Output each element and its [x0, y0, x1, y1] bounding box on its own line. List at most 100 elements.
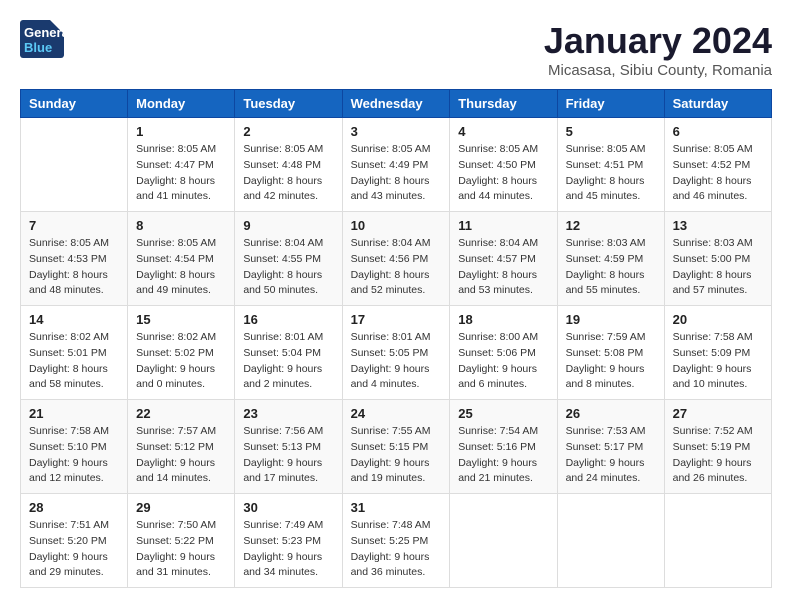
calendar-cell: 13 Sunrise: 8:03 AMSunset: 5:00 PMDayligh…: [664, 212, 771, 306]
calendar-cell: 30 Sunrise: 7:49 AMSunset: 5:23 PMDayligh…: [235, 494, 342, 588]
day-number: 29: [136, 500, 226, 515]
header-thursday: Thursday: [450, 90, 557, 118]
day-number: 5: [566, 124, 656, 139]
title-block: January 2024 Micasasa, Sibiu County, Rom…: [544, 20, 772, 79]
location-subtitle: Micasasa, Sibiu County, Romania: [544, 62, 772, 79]
day-number: 16: [243, 312, 333, 327]
calendar-cell: 5Sunrise: 8:05 AMSunset: 4:51 PMDaylight…: [557, 118, 664, 212]
day-detail: Sunrise: 7:48 AMSunset: 5:25 PMDaylight:…: [351, 518, 442, 581]
calendar-cell: 15Sunrise: 8:02 AMSunset: 5:02 PMDayligh…: [128, 306, 235, 400]
header-wednesday: Wednesday: [342, 90, 450, 118]
day-detail: Sunrise: 8:05 AMSunset: 4:49 PMDaylight:…: [351, 142, 442, 205]
calendar-cell: 25Sunrise: 7:54 AMSunset: 5:16 PMDayligh…: [450, 400, 557, 494]
logo: General Blue: [20, 20, 64, 58]
day-detail: Sunrise: 8:03 AMSunset: 5:00 PMDaylight:…: [673, 236, 763, 299]
day-number: 7: [29, 218, 119, 233]
calendar-cell: 11Sunrise: 8:04 AMSunset: 4:57 PMDayligh…: [450, 212, 557, 306]
calendar-cell: 1 Sunrise: 8:05 AMSunset: 4:47 PMDaylight…: [128, 118, 235, 212]
day-detail: Sunrise: 8:00 AMSunset: 5:06 PMDaylight:…: [458, 330, 548, 393]
day-detail: Sunrise: 8:02 AMSunset: 5:01 PMDaylight:…: [29, 330, 119, 393]
calendar-cell: 24Sunrise: 7:55 AMSunset: 5:15 PMDayligh…: [342, 400, 450, 494]
calendar-cell: [557, 494, 664, 588]
day-detail: Sunrise: 8:05 AMSunset: 4:53 PMDaylight:…: [29, 236, 119, 299]
calendar-week-2: 7 Sunrise: 8:05 AMSunset: 4:53 PMDaylight…: [21, 212, 772, 306]
day-number: 26: [566, 406, 656, 421]
calendar-week-4: 21 Sunrise: 7:58 AMSunset: 5:10 PMDayligh…: [21, 400, 772, 494]
calendar-week-3: 14Sunrise: 8:02 AMSunset: 5:01 PMDayligh…: [21, 306, 772, 400]
day-number: 10: [351, 218, 442, 233]
day-number: 23: [243, 406, 333, 421]
header-friday: Friday: [557, 90, 664, 118]
day-number: 18: [458, 312, 548, 327]
calendar-cell: 18 Sunrise: 8:00 AMSunset: 5:06 PMDayligh…: [450, 306, 557, 400]
day-number: 3: [351, 124, 442, 139]
calendar-cell: 29 Sunrise: 7:50 AMSunset: 5:22 PMDayligh…: [128, 494, 235, 588]
page-header: General Blue January 2024 Micasasa, Sibi…: [20, 20, 772, 79]
calendar-cell: 12 Sunrise: 8:03 AMSunset: 4:59 PMDayligh…: [557, 212, 664, 306]
calendar-cell: 19 Sunrise: 7:59 AMSunset: 5:08 PMDayligh…: [557, 306, 664, 400]
day-number: 15: [136, 312, 226, 327]
calendar-cell: 10 Sunrise: 8:04 AMSunset: 4:56 PMDayligh…: [342, 212, 450, 306]
day-detail: Sunrise: 8:05 AMSunset: 4:52 PMDaylight:…: [673, 142, 763, 205]
calendar-cell: 3 Sunrise: 8:05 AMSunset: 4:49 PMDaylight…: [342, 118, 450, 212]
day-detail: Sunrise: 7:58 AMSunset: 5:09 PMDaylight:…: [673, 330, 763, 393]
calendar-week-1: 1 Sunrise: 8:05 AMSunset: 4:47 PMDaylight…: [21, 118, 772, 212]
header-sunday: Sunday: [21, 90, 128, 118]
calendar-cell: 20 Sunrise: 7:58 AMSunset: 5:09 PMDayligh…: [664, 306, 771, 400]
calendar-cell: 28Sunrise: 7:51 AMSunset: 5:20 PMDayligh…: [21, 494, 128, 588]
day-detail: Sunrise: 7:59 AMSunset: 5:08 PMDaylight:…: [566, 330, 656, 393]
day-number: 31: [351, 500, 442, 515]
day-detail: Sunrise: 8:05 AMSunset: 4:54 PMDaylight:…: [136, 236, 226, 299]
day-number: 1: [136, 124, 226, 139]
day-number: 27: [673, 406, 763, 421]
day-number: 2: [243, 124, 333, 139]
calendar-cell: 7 Sunrise: 8:05 AMSunset: 4:53 PMDaylight…: [21, 212, 128, 306]
day-number: 17: [351, 312, 442, 327]
day-detail: Sunrise: 7:53 AMSunset: 5:17 PMDaylight:…: [566, 424, 656, 487]
day-number: 8: [136, 218, 226, 233]
day-detail: Sunrise: 8:05 AMSunset: 4:50 PMDaylight:…: [458, 142, 548, 205]
calendar-cell: 17Sunrise: 8:01 AMSunset: 5:05 PMDayligh…: [342, 306, 450, 400]
day-detail: Sunrise: 7:58 AMSunset: 5:10 PMDaylight:…: [29, 424, 119, 487]
day-number: 4: [458, 124, 548, 139]
day-number: 11: [458, 218, 548, 233]
day-detail: Sunrise: 7:50 AMSunset: 5:22 PMDaylight:…: [136, 518, 226, 581]
header-tuesday: Tuesday: [235, 90, 342, 118]
day-detail: Sunrise: 8:04 AMSunset: 4:55 PMDaylight:…: [243, 236, 333, 299]
header-monday: Monday: [128, 90, 235, 118]
day-number: 22: [136, 406, 226, 421]
day-number: 13: [673, 218, 763, 233]
calendar-cell: [450, 494, 557, 588]
calendar-cell: 21 Sunrise: 7:58 AMSunset: 5:10 PMDayligh…: [21, 400, 128, 494]
day-detail: Sunrise: 7:52 AMSunset: 5:19 PMDaylight:…: [673, 424, 763, 487]
day-detail: Sunrise: 7:56 AMSunset: 5:13 PMDaylight:…: [243, 424, 333, 487]
calendar-cell: 4 Sunrise: 8:05 AMSunset: 4:50 PMDaylight…: [450, 118, 557, 212]
day-detail: Sunrise: 8:01 AMSunset: 5:04 PMDaylight:…: [243, 330, 333, 393]
day-number: 20: [673, 312, 763, 327]
day-number: 12: [566, 218, 656, 233]
calendar-header-row: SundayMondayTuesdayWednesdayThursdayFrid…: [21, 90, 772, 118]
calendar-cell: 26 Sunrise: 7:53 AMSunset: 5:17 PMDayligh…: [557, 400, 664, 494]
day-detail: Sunrise: 7:54 AMSunset: 5:16 PMDaylight:…: [458, 424, 548, 487]
day-number: 19: [566, 312, 656, 327]
calendar-cell: 31 Sunrise: 7:48 AMSunset: 5:25 PMDayligh…: [342, 494, 450, 588]
calendar-cell: 9 Sunrise: 8:04 AMSunset: 4:55 PMDaylight…: [235, 212, 342, 306]
calendar-cell: [664, 494, 771, 588]
header-saturday: Saturday: [664, 90, 771, 118]
calendar-cell: 8 Sunrise: 8:05 AMSunset: 4:54 PMDaylight…: [128, 212, 235, 306]
day-detail: Sunrise: 8:05 AMSunset: 4:47 PMDaylight:…: [136, 142, 226, 205]
calendar-cell: 14Sunrise: 8:02 AMSunset: 5:01 PMDayligh…: [21, 306, 128, 400]
calendar-cell: 22Sunrise: 7:57 AMSunset: 5:12 PMDayligh…: [128, 400, 235, 494]
day-detail: Sunrise: 7:49 AMSunset: 5:23 PMDaylight:…: [243, 518, 333, 581]
day-number: 24: [351, 406, 442, 421]
day-number: 30: [243, 500, 333, 515]
calendar-cell: 27 Sunrise: 7:52 AMSunset: 5:19 PMDayligh…: [664, 400, 771, 494]
day-number: 21: [29, 406, 119, 421]
day-number: 6: [673, 124, 763, 139]
day-detail: Sunrise: 8:04 AMSunset: 4:56 PMDaylight:…: [351, 236, 442, 299]
calendar-cell: 23 Sunrise: 7:56 AMSunset: 5:13 PMDayligh…: [235, 400, 342, 494]
calendar-cell: 16 Sunrise: 8:01 AMSunset: 5:04 PMDayligh…: [235, 306, 342, 400]
calendar-cell: 6 Sunrise: 8:05 AMSunset: 4:52 PMDaylight…: [664, 118, 771, 212]
day-number: 9: [243, 218, 333, 233]
day-detail: Sunrise: 8:03 AMSunset: 4:59 PMDaylight:…: [566, 236, 656, 299]
